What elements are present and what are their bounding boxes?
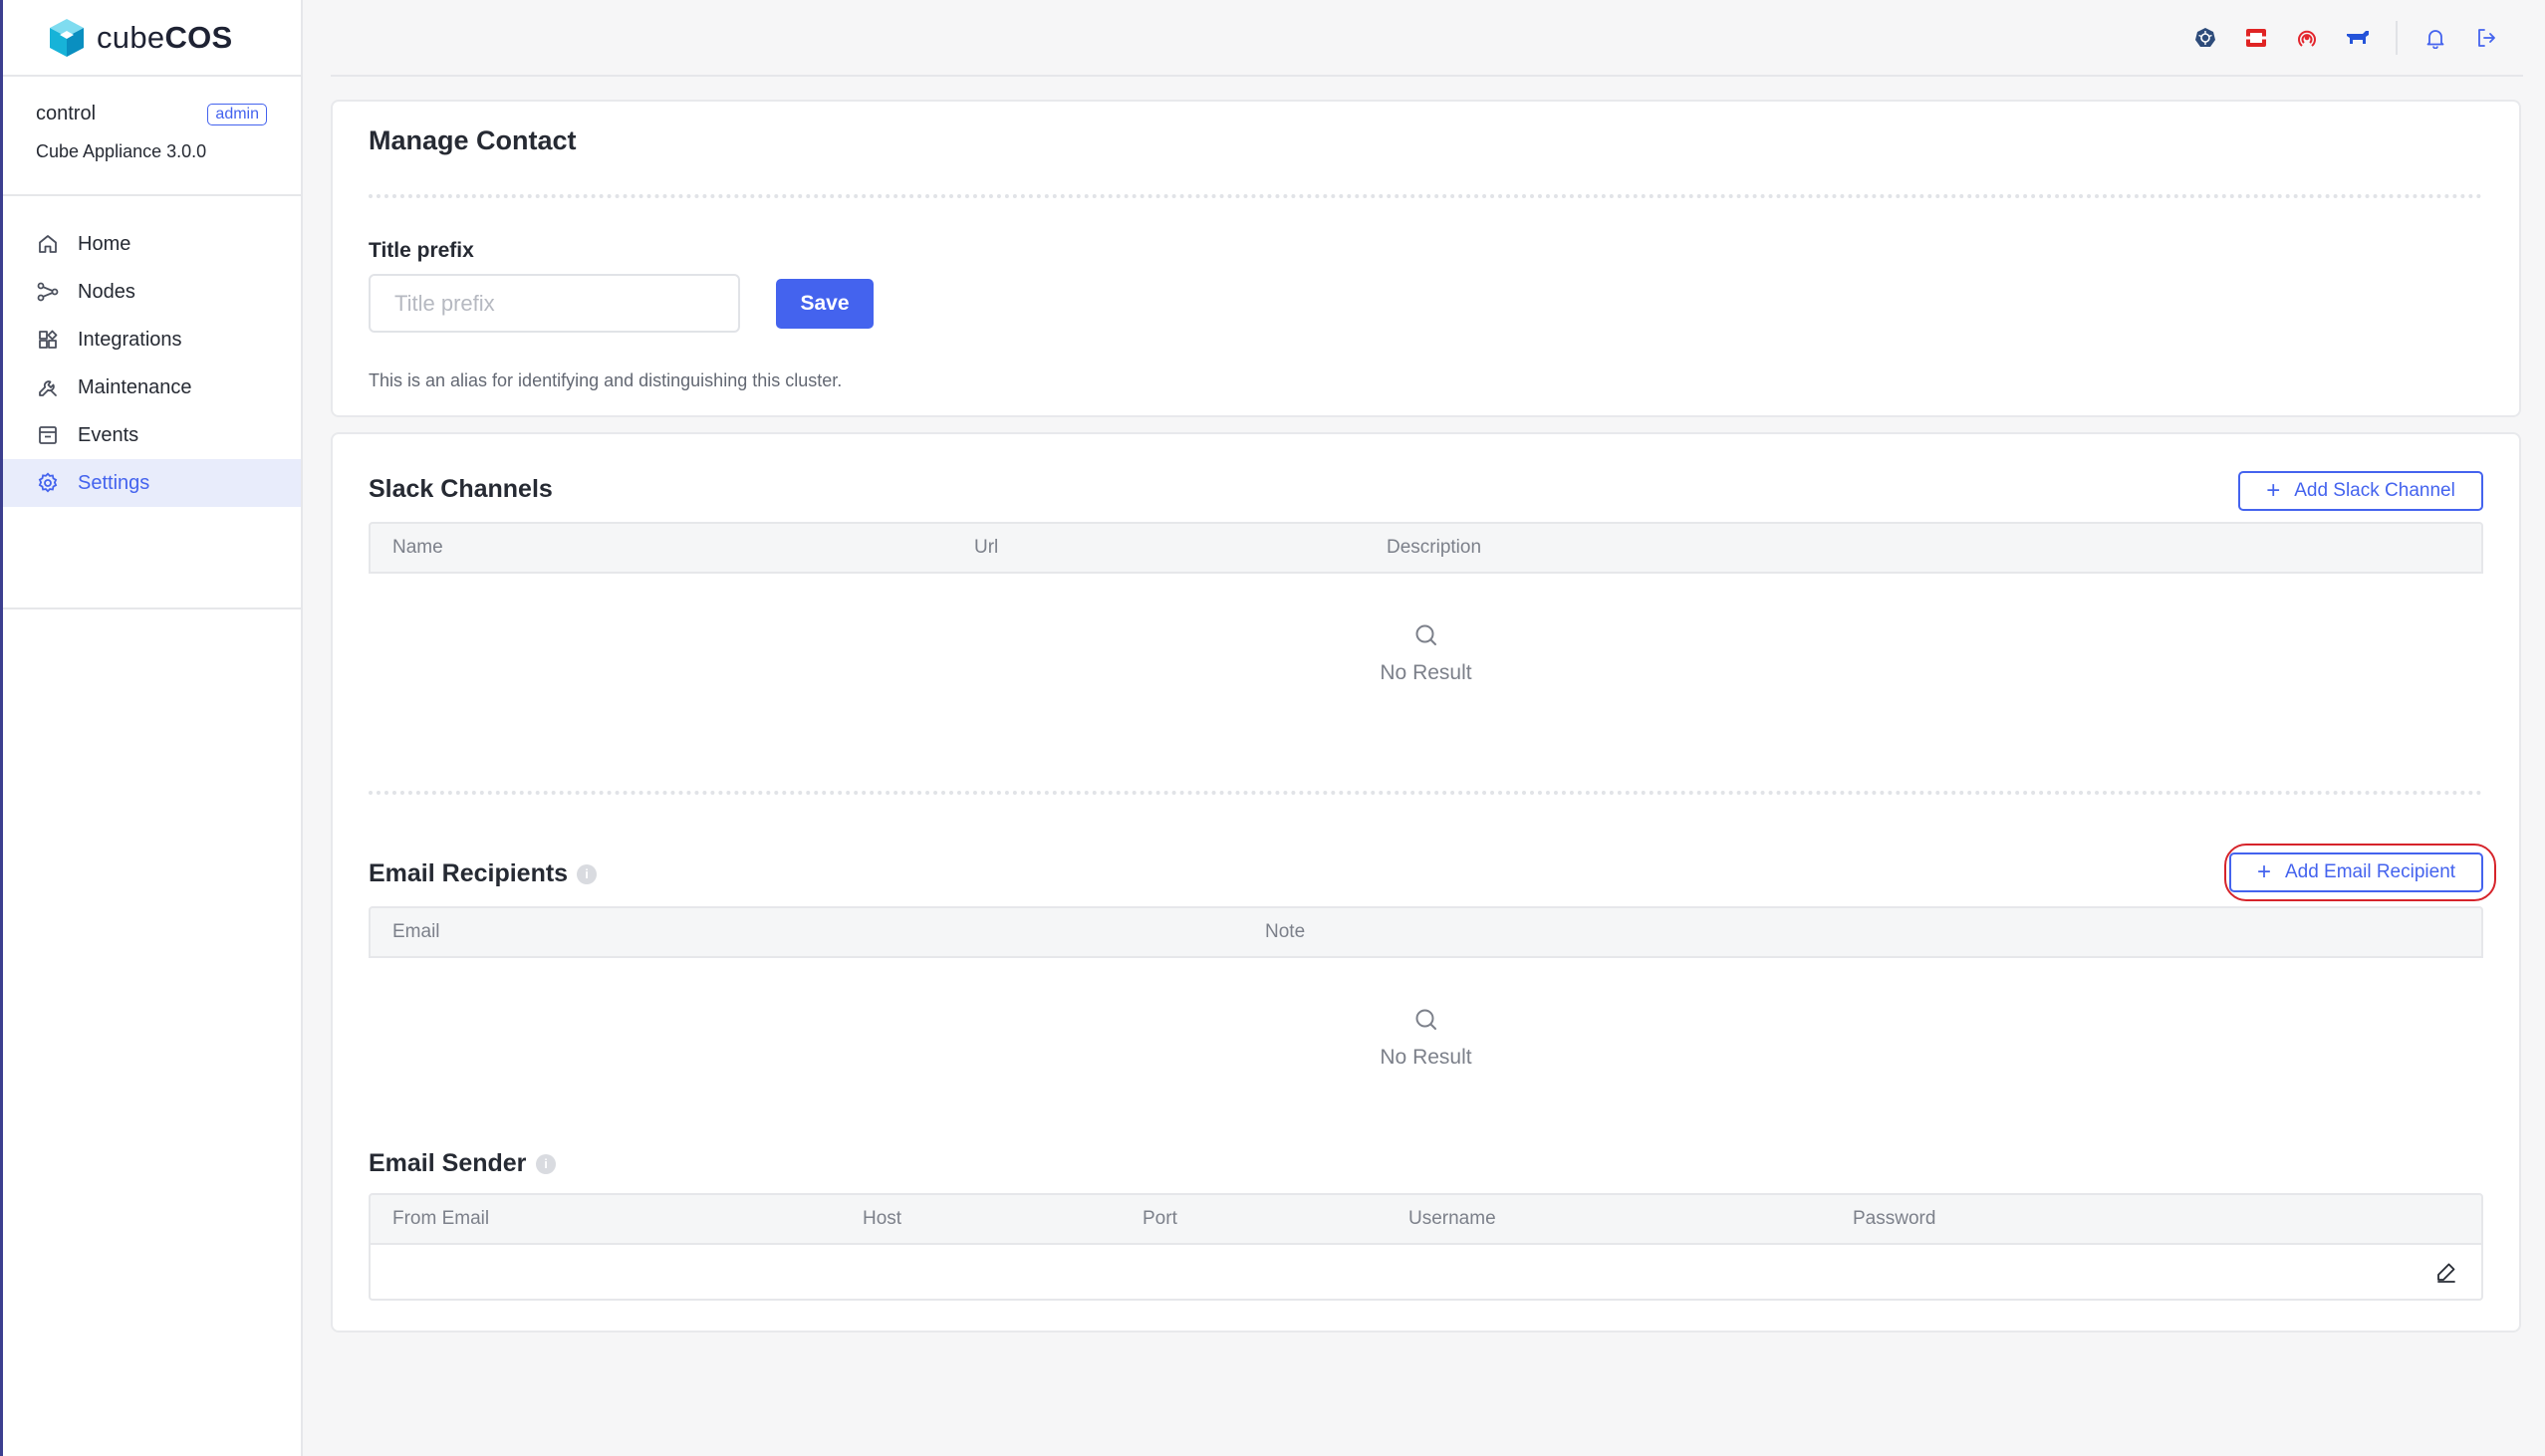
brand-name: cubeCOS <box>97 19 233 55</box>
plus-icon: + <box>2256 858 2271 885</box>
column-header-from-email: From Email <box>392 1208 490 1229</box>
sidebar-item-maintenance[interactable]: Maintenance <box>3 364 301 411</box>
column-header-password: Password <box>1853 1208 1936 1229</box>
info-icon[interactable]: i <box>536 1154 556 1174</box>
gear-icon <box>38 472 58 493</box>
ceph-icon <box>2298 30 2316 47</box>
appliance-version: Cube Appliance 3.0.0 <box>36 141 207 161</box>
kubernetes-button[interactable] <box>2192 25 2218 51</box>
events-icon <box>39 426 57 444</box>
column-header-email: Email <box>392 921 440 942</box>
nodes-icon <box>37 282 59 302</box>
email-sender-title: Email Sender <box>369 1149 527 1177</box>
sidebar-item-integrations[interactable]: Integrations <box>3 316 301 364</box>
section-divider <box>369 194 2483 198</box>
info-icon[interactable]: i <box>577 864 597 884</box>
add-slack-channel-button[interactable]: + Add Slack Channel <box>2238 471 2483 511</box>
bell-icon <box>2426 30 2444 49</box>
header-toolbar <box>2167 21 2499 55</box>
sidebar: cubeCOS control admin Cube Appliance 3.0… <box>3 0 303 1456</box>
sidebar-item-home[interactable]: Home <box>3 220 301 268</box>
section-divider <box>369 791 2483 795</box>
header-separator <box>2396 21 2398 55</box>
slack-channels-title: Slack Channels <box>369 475 553 503</box>
search-icon <box>1415 1009 1436 1030</box>
title-prefix-label: Title prefix <box>369 239 474 262</box>
empty-state-text: No Result <box>1380 1046 1472 1069</box>
openstack-button[interactable] <box>2243 25 2269 51</box>
brand-logo[interactable]: cubeCOS <box>3 0 301 77</box>
cube-logo-icon <box>50 18 84 57</box>
column-header-url: Url <box>974 537 999 558</box>
column-header-username: Username <box>1408 1208 1496 1229</box>
add-email-recipient-button[interactable]: + Add Email Recipient <box>2229 852 2483 892</box>
table-row <box>369 1245 2483 1301</box>
column-header-port: Port <box>1143 1208 1177 1229</box>
openstack-icon <box>2246 29 2266 47</box>
email-recipients-title: Email Recipients <box>369 859 569 887</box>
notifications-card: Slack Channels + Add Slack Channel Name … <box>331 432 2521 1333</box>
logout-icon <box>2478 29 2495 47</box>
email-sender-table-header: From Email Host Port Username Password <box>369 1193 2483 1245</box>
slack-empty-state: No Result <box>369 621 2483 685</box>
slack-table-header: Name Url Description <box>369 522 2483 574</box>
account-username: control <box>36 103 97 124</box>
integrations-icon <box>39 330 58 349</box>
search-icon <box>1415 624 1436 645</box>
column-header-note: Note <box>1265 921 1306 942</box>
plus-icon: + <box>2266 477 2281 504</box>
role-badge: admin <box>207 103 267 125</box>
page-title: Manage Contact <box>369 125 577 155</box>
column-header-description: Description <box>1387 537 1482 558</box>
rancher-button[interactable] <box>2345 25 2371 51</box>
home-icon <box>39 235 57 253</box>
email-recipients-empty-state: No Result <box>369 1006 2483 1070</box>
header-divider <box>331 75 2523 77</box>
title-prefix-input[interactable] <box>369 274 740 333</box>
notifications-button[interactable] <box>2422 25 2448 51</box>
manage-contact-card: Manage Contact Title prefix Save This is… <box>331 100 2521 417</box>
empty-state-text: No Result <box>1380 661 1472 684</box>
logout-button[interactable] <box>2473 25 2499 51</box>
column-header-host: Host <box>863 1208 902 1229</box>
email-recipients-table-header: Email Note <box>369 906 2483 958</box>
top-header <box>305 0 2545 77</box>
maintenance-icon <box>39 380 57 396</box>
sidebar-item-nodes[interactable]: Nodes <box>3 268 301 316</box>
account-panel: control admin Cube Appliance 3.0.0 <box>3 77 301 196</box>
kubernetes-icon <box>2195 28 2215 47</box>
title-prefix-hint: This is an alias for identifying and dis… <box>369 370 843 390</box>
edit-icon[interactable] <box>2433 1259 2459 1285</box>
ceph-button[interactable] <box>2294 25 2320 51</box>
column-header-name: Name <box>392 537 443 558</box>
sidebar-item-events[interactable]: Events <box>3 411 301 459</box>
sidebar-item-settings[interactable]: Settings <box>3 459 301 507</box>
rancher-icon <box>2347 31 2369 44</box>
main-nav: Home Nodes Integrations Maintenance Even… <box>3 196 301 609</box>
save-button[interactable]: Save <box>776 279 874 329</box>
